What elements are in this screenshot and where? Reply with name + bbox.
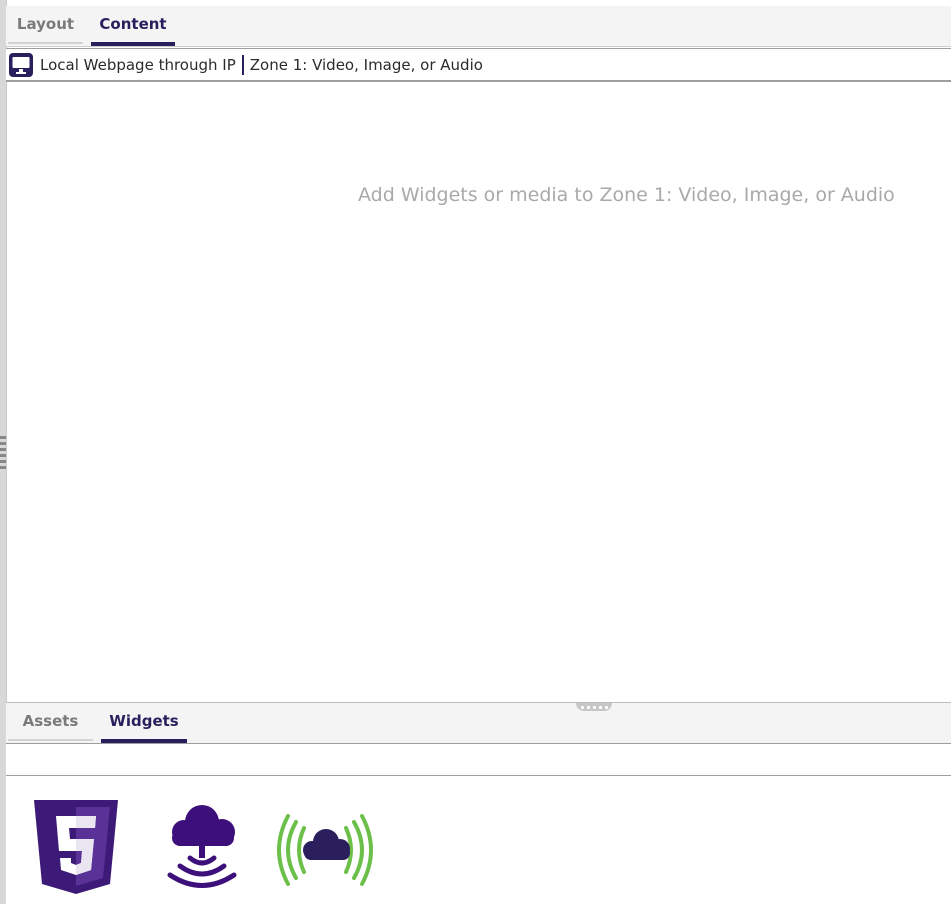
html5-icon[interactable] (32, 798, 120, 896)
cloud-signal-icon[interactable] (274, 814, 376, 886)
header-separator (241, 54, 244, 75)
tab-assets[interactable]: Assets (8, 703, 93, 743)
tab-layout[interactable]: Layout (8, 6, 83, 46)
splitter-handle[interactable] (576, 703, 612, 711)
presentation-name: Local Webpage through IP (40, 55, 236, 74)
zone-empty-placeholder: Add Widgets or media to Zone 1: Video, I… (358, 184, 895, 206)
zone-header: Local Webpage through IP Zone 1: Video, … (6, 48, 951, 82)
top-tab-bar: Layout Content (6, 6, 951, 47)
tab-widgets[interactable]: Widgets (101, 703, 187, 743)
widget-filter-strip[interactable] (6, 744, 951, 776)
widget-gallery (6, 776, 951, 904)
bottom-tab-bar: Assets Widgets (6, 703, 951, 744)
zone-name: Zone 1: Video, Image, or Audio (249, 55, 483, 74)
cloud-broadcast-icon[interactable] (162, 802, 244, 894)
monitor-icon (9, 52, 33, 77)
tab-content[interactable]: Content (91, 6, 175, 46)
left-panel-resize-grip[interactable] (0, 436, 6, 472)
